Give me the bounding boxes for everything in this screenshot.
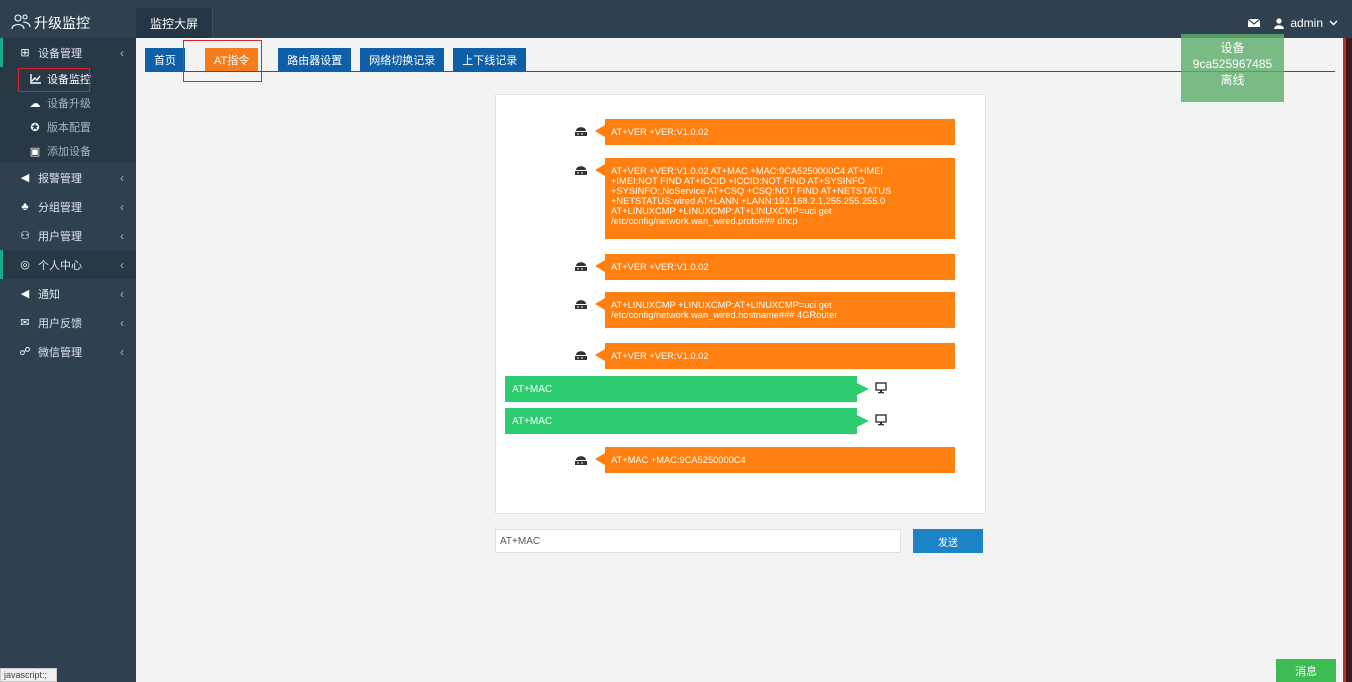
top-navbar: 监控大屏 admin: [136, 8, 1352, 38]
tab-home[interactable]: 首页: [145, 48, 185, 71]
sidebar-item-user-management[interactable]: ⚇ 用户管理 ‹: [0, 221, 136, 250]
router-icon: [575, 127, 587, 136]
sidebar-item-label: 设备管理: [38, 47, 82, 60]
sidebar-item-user-feedback[interactable]: ✉ 用户反馈 ‹: [0, 308, 136, 337]
router-icon: [575, 351, 587, 360]
sidebar-item-label: 用户管理: [38, 230, 82, 243]
sidebar-subitem-label: 设备监控: [47, 74, 91, 86]
user-icon: [1274, 17, 1285, 29]
device-message: AT+VER +VER:V1.0.02: [595, 343, 955, 369]
at-command-input[interactable]: [495, 529, 901, 553]
sidebar-subitem-label: 添加设备: [47, 146, 91, 158]
grid-icon: ⊞: [20, 47, 30, 59]
user-message: AT+MAC: [505, 408, 869, 434]
device-message: AT+LINUXCMP +LINUXCMP:AT+LINUXCMP=uci ge…: [595, 292, 955, 328]
device-message: AT+MAC +MAC:9CA5250000C4: [595, 447, 955, 473]
message-line: +NETSTATUS:wired AT+LANN +LANN:192.168.2…: [611, 196, 886, 206]
sidebar-menu: ⊞ 设备管理 ‹ 设备监控 ☁ 设备升级 ✪ 版本配置 ▣ 添加设备 ◀ 报警管…: [0, 38, 136, 366]
wechat-icon: ☍: [19, 346, 31, 358]
chevron-left-icon: ‹: [120, 286, 124, 301]
device-message: AT+VER +VER:V1.0.02: [595, 119, 955, 145]
envelope-icon[interactable]: [1248, 18, 1261, 28]
tab-network-switch-log[interactable]: 网络切换记录: [360, 48, 445, 71]
topnav-tab-monitor-screen[interactable]: 监控大屏: [136, 8, 214, 38]
sitemap-icon: ♣: [21, 200, 29, 213]
message-line: +SYSINFO:,NoService AT+CSQ +CSQ:NOT FIND…: [611, 186, 892, 196]
sidebar-subitem-device-upgrade[interactable]: ☁ 设备升级: [0, 91, 136, 115]
chevron-left-icon: ‹: [120, 170, 124, 185]
router-icon: [575, 262, 587, 271]
chevron-left-icon: ‹: [120, 45, 124, 60]
message-line: /etc/config/network.wan_wired.proto### d…: [611, 216, 798, 226]
tab-at-command[interactable]: AT指令: [205, 48, 259, 71]
compass-icon: ✪: [30, 121, 40, 134]
sidebar-submenu: 设备监控 ☁ 设备升级 ✪ 版本配置 ▣ 添加设备: [0, 67, 136, 163]
sidebar-subitem-add-device[interactable]: ▣ 添加设备: [0, 139, 136, 163]
people-icon: [11, 14, 31, 30]
sidebar-subitem-label: 版本配置: [47, 122, 91, 134]
megaphone-icon: ◀: [20, 172, 30, 184]
sidebar-item-label: 通知: [38, 288, 60, 301]
line-chart-icon: [28, 74, 42, 84]
envelope-icon: ✉: [20, 317, 30, 329]
sidebar-subitem-label: 设备升级: [47, 98, 91, 110]
sidebar-item-alarm-management[interactable]: ◀ 报警管理 ‹: [0, 163, 136, 192]
chevron-left-icon: ‹: [120, 257, 124, 272]
user-name: admin: [1290, 16, 1323, 30]
monitor-icon: [875, 414, 887, 426]
toast-line: 设备: [1220, 41, 1245, 55]
sidebar-item-wechat-management[interactable]: ☍ 微信管理 ‹: [0, 337, 136, 366]
toast-device-id: 9ca525967485: [1192, 57, 1273, 71]
app-logo[interactable]: 升级监控: [0, 8, 136, 38]
send-button[interactable]: 发送: [913, 529, 983, 553]
sidebar-subitem-device-monitor[interactable]: 设备监控: [0, 67, 136, 92]
app-title: 升级监控: [34, 15, 90, 31]
users-icon: ⚇: [20, 230, 30, 242]
sidebar-item-label: 用户反馈: [38, 317, 82, 330]
sidebar-item-label: 微信管理: [38, 346, 82, 359]
sidebar-subitem-version-config[interactable]: ✪ 版本配置: [0, 115, 136, 139]
tab-active-highlight: AT指令: [182, 40, 269, 82]
sidebar-item-group-management[interactable]: ♣ 分组管理 ‹: [0, 192, 136, 221]
tab-online-offline-log[interactable]: 上下线记录: [453, 48, 527, 71]
id-card-icon: ▣: [29, 145, 41, 158]
chevron-left-icon: ‹: [120, 199, 124, 214]
tabs-underline: [145, 71, 1335, 72]
browser-status-bar: javascript:;: [0, 668, 57, 682]
monitor-icon: [875, 382, 887, 394]
chevron-left-icon: ‹: [120, 344, 124, 359]
sidebar-item-device-management[interactable]: ⊞ 设备管理 ‹: [0, 38, 136, 67]
chevron-left-icon: ‹: [120, 228, 124, 243]
window-edge: [1343, 38, 1352, 682]
device-offline-toast: 设备 9ca525967485 离线: [1181, 34, 1284, 102]
toast-status: 离线: [1220, 73, 1245, 87]
message-line: AT+VER +VER:V1.0.02 AT+MAC +MAC:9CA52500…: [611, 166, 884, 176]
user-circle-icon: ◎: [20, 259, 30, 271]
router-icon: [575, 300, 587, 309]
content-tabs: 首页 AT指令 路由器设置 网络切换记录 上下线记录: [145, 40, 527, 82]
message-line: AT+LINUXCMP +LINUXCMP:AT+LINUXCMP=uci ge…: [611, 206, 832, 216]
megaphone-icon: ◀: [20, 288, 30, 300]
sidebar-item-label: 分组管理: [38, 201, 82, 214]
sidebar-item-personal-center[interactable]: ◎ 个人中心 ‹: [0, 250, 136, 279]
user-menu[interactable]: admin: [1274, 16, 1338, 30]
cloud-upload-icon: ☁: [29, 97, 41, 110]
router-icon: [575, 456, 587, 465]
tab-router-settings[interactable]: 路由器设置: [278, 48, 352, 71]
message-line: +IMEI:NOT FIND AT+ICCID +ICCID:NOT FIND …: [611, 176, 865, 186]
message-line: /etc/config/network.wan_wired.hostname##…: [611, 310, 838, 320]
sidebar-item-notice[interactable]: ◀ 通知 ‹: [0, 279, 136, 308]
device-message: AT+VER +VER:V1.0.02: [595, 254, 955, 280]
user-message: AT+MAC: [505, 376, 869, 402]
chevron-down-icon: [1329, 20, 1338, 26]
top-band: [0, 0, 1352, 8]
device-message: AT+VER +VER:V1.0.02 AT+MAC +MAC:9CA52500…: [595, 158, 955, 239]
sidebar-item-label: 个人中心: [38, 259, 82, 272]
router-icon: [575, 166, 587, 175]
sidebar-item-label: 报警管理: [38, 172, 82, 185]
messages-button[interactable]: 消息: [1276, 659, 1336, 682]
message-line: AT+LINUXCMP +LINUXCMP:AT+LINUXCMP=uci ge…: [611, 300, 832, 310]
chevron-left-icon: ‹: [120, 315, 124, 330]
sidebar: 升级监控 ⊞ 设备管理 ‹ 设备监控 ☁ 设备升级 ✪ 版本配置 ▣ 添加设备 …: [0, 8, 136, 682]
